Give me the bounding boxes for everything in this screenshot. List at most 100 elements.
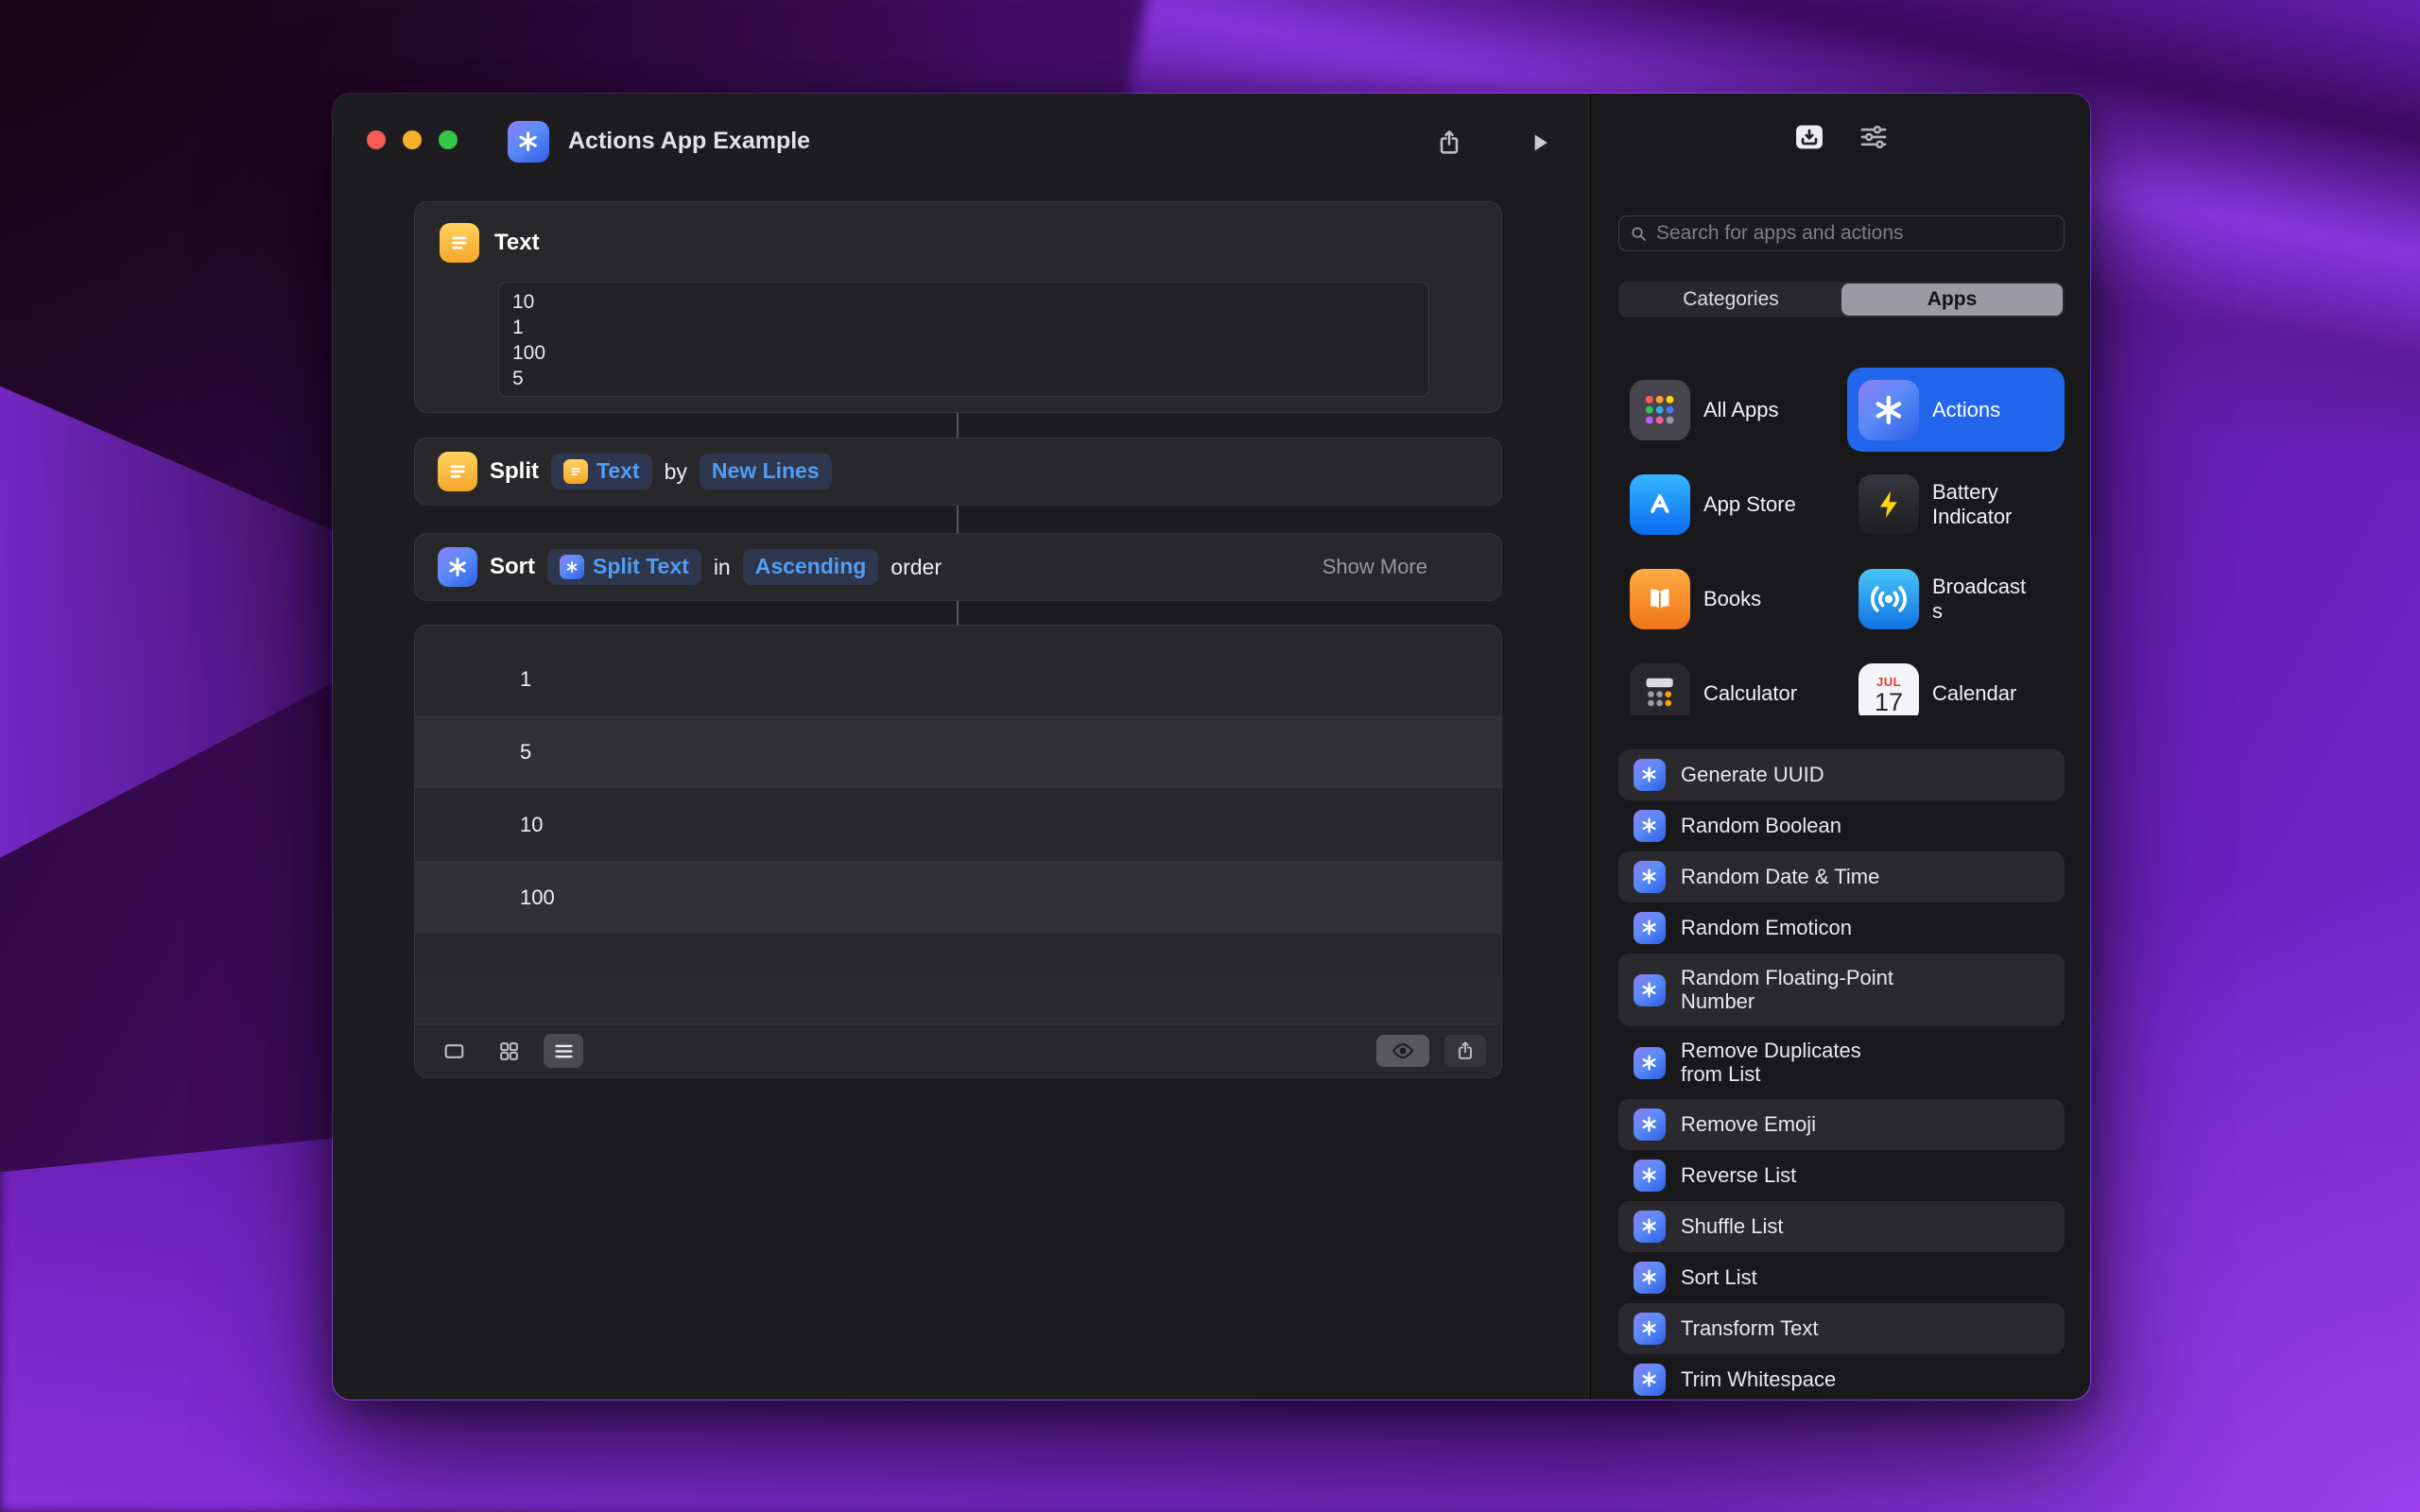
actions-app-icon	[1634, 1047, 1666, 1079]
preview-button[interactable]	[1376, 1035, 1429, 1067]
app-tile-broadcasts[interactable]: Broadcasts	[1847, 557, 2065, 641]
action-label: Trim Whitespace	[1681, 1368, 1836, 1392]
app-tile-app-store[interactable]: App Store	[1618, 462, 1836, 546]
minimize-button[interactable]	[403, 130, 422, 149]
action-list-item[interactable]: Random Date & Time	[1618, 851, 2065, 902]
empty-result-row	[415, 977, 1501, 1022]
shortcuts-window: Actions App Example Text 10 1 100 5 Spli…	[332, 93, 2091, 1400]
view-single-button[interactable]	[434, 1034, 474, 1068]
text-action-icon	[440, 223, 479, 263]
app-tile-all-apps[interactable]: All Apps	[1618, 368, 1836, 452]
actions-app-icon	[1634, 1313, 1666, 1345]
split-preposition: by	[665, 459, 687, 485]
text-input-area[interactable]: 10 1 100 5	[498, 282, 1429, 397]
action-label: Random Floating-Point Number	[1681, 967, 1908, 1013]
action-list-item[interactable]: Random Emoticon	[1618, 902, 2065, 954]
library-icon	[1791, 119, 1827, 155]
action-list-item[interactable]: Random Boolean	[1618, 800, 2065, 851]
app-tile-books[interactable]: Books	[1618, 557, 1836, 641]
calendar-month: JUL	[1876, 676, 1901, 688]
app-store-icon	[1630, 474, 1690, 535]
result-row[interactable]: 5	[415, 715, 1501, 788]
actions-list: Generate UUID Random Boolean Random Date…	[1618, 749, 2065, 1400]
action-label: Remove Duplicates from List	[1681, 1040, 1908, 1086]
action-list-item[interactable]: Trim Whitespace	[1618, 1354, 2065, 1400]
zoom-button[interactable]	[439, 130, 458, 149]
result-value: 10	[520, 813, 543, 837]
app-label: Calendar	[1932, 681, 2016, 705]
action-label: Random Emoticon	[1681, 917, 1852, 940]
split-action-card[interactable]: Split Text by New Lines	[414, 438, 1502, 506]
actions-app-icon	[1634, 912, 1666, 944]
actions-app-icon	[1634, 759, 1666, 791]
sort-input-token[interactable]: Split Text	[547, 549, 701, 585]
show-more-button[interactable]: Show More	[1322, 555, 1478, 579]
app-label: Calculator	[1703, 681, 1797, 705]
library-tabs: Categories Apps	[1618, 282, 2065, 318]
actions-token-icon	[560, 555, 584, 579]
text-card-header: Text	[440, 223, 1477, 263]
split-separator-token[interactable]: New Lines	[700, 454, 832, 489]
action-label: Transform Text	[1681, 1317, 1818, 1341]
app-tile-actions[interactable]: Actions	[1847, 368, 2065, 452]
action-list-item[interactable]: Sort List	[1618, 1252, 2065, 1303]
list-icon	[551, 1039, 577, 1064]
actions-app-icon	[1634, 1211, 1666, 1243]
text-action-card[interactable]: Text 10 1 100 5	[414, 201, 1502, 413]
action-list-item[interactable]: Remove Emoji	[1618, 1099, 2065, 1150]
text-card-title: Text	[494, 230, 540, 256]
tab-categories[interactable]: Categories	[1620, 284, 1841, 316]
app-tile-calendar[interactable]: JUL 17 Calendar	[1847, 651, 2065, 715]
action-label: Random Date & Time	[1681, 866, 1879, 889]
action-list-item[interactable]: Generate UUID	[1618, 749, 2065, 800]
view-grid-button[interactable]	[489, 1034, 528, 1068]
action-library-sidebar: Categories Apps All Apps Actions App Sto…	[1590, 94, 2090, 1400]
text-token-icon	[563, 459, 588, 484]
actions-app-icon	[1634, 810, 1666, 842]
result-value: 1	[520, 667, 531, 692]
app-label: Battery Indicator	[1932, 480, 2027, 528]
filters-toggle-button[interactable]	[1852, 118, 1895, 156]
search-field[interactable]	[1618, 215, 2065, 251]
text-line: 10	[512, 289, 1415, 315]
workflow-editor-pane: Actions App Example Text 10 1 100 5 Spli…	[333, 94, 1590, 1400]
action-label: Shuffle List	[1681, 1215, 1783, 1239]
share-button[interactable]	[1427, 121, 1471, 164]
result-row[interactable]: 1	[415, 643, 1501, 715]
actions-app-icon	[1634, 1364, 1666, 1396]
action-list-item[interactable]: Remove Duplicates from List	[1618, 1026, 2065, 1099]
card-connector	[957, 506, 959, 533]
share-results-button[interactable]	[1444, 1035, 1486, 1067]
window-title: Actions App Example	[568, 128, 810, 155]
actions-app-icon	[1634, 1262, 1666, 1294]
results-card[interactable]: 1 5 10 100	[414, 625, 1502, 1078]
app-tile-battery-indicator[interactable]: Battery Indicator	[1847, 462, 2065, 546]
library-toggle-button[interactable]	[1788, 118, 1831, 156]
run-button[interactable]	[1518, 121, 1562, 164]
result-value: 5	[520, 740, 531, 765]
action-list-item[interactable]: Reverse List	[1618, 1150, 2065, 1201]
search-input[interactable]	[1656, 222, 2054, 245]
split-verb: Split	[490, 458, 539, 485]
sort-action-icon	[438, 547, 477, 587]
calendar-day: 17	[1875, 688, 1903, 715]
books-icon	[1630, 569, 1690, 629]
single-pane-icon	[441, 1039, 467, 1064]
text-line: 100	[512, 340, 1415, 366]
card-connector	[957, 601, 959, 625]
close-button[interactable]	[367, 130, 386, 149]
sort-order-token[interactable]: Ascending	[743, 549, 879, 584]
result-row[interactable]: 100	[415, 861, 1501, 934]
tab-apps[interactable]: Apps	[1841, 284, 2063, 316]
action-list-item[interactable]: Random Floating-Point Number	[1618, 954, 2065, 1026]
result-row[interactable]: 10	[415, 788, 1501, 861]
split-input-token[interactable]: Text	[551, 454, 652, 490]
sort-action-card[interactable]: Sort Split Text in Ascending order Show …	[414, 533, 1502, 601]
action-list-item[interactable]: Transform Text	[1618, 1303, 2065, 1354]
results-toolbar	[415, 1023, 1501, 1077]
app-tile-calculator[interactable]: Calculator	[1618, 651, 1836, 715]
actions-app-icon	[1634, 1160, 1666, 1192]
view-list-button[interactable]	[544, 1034, 583, 1068]
actions-app-icon	[1634, 974, 1666, 1006]
action-list-item[interactable]: Shuffle List	[1618, 1201, 2065, 1252]
